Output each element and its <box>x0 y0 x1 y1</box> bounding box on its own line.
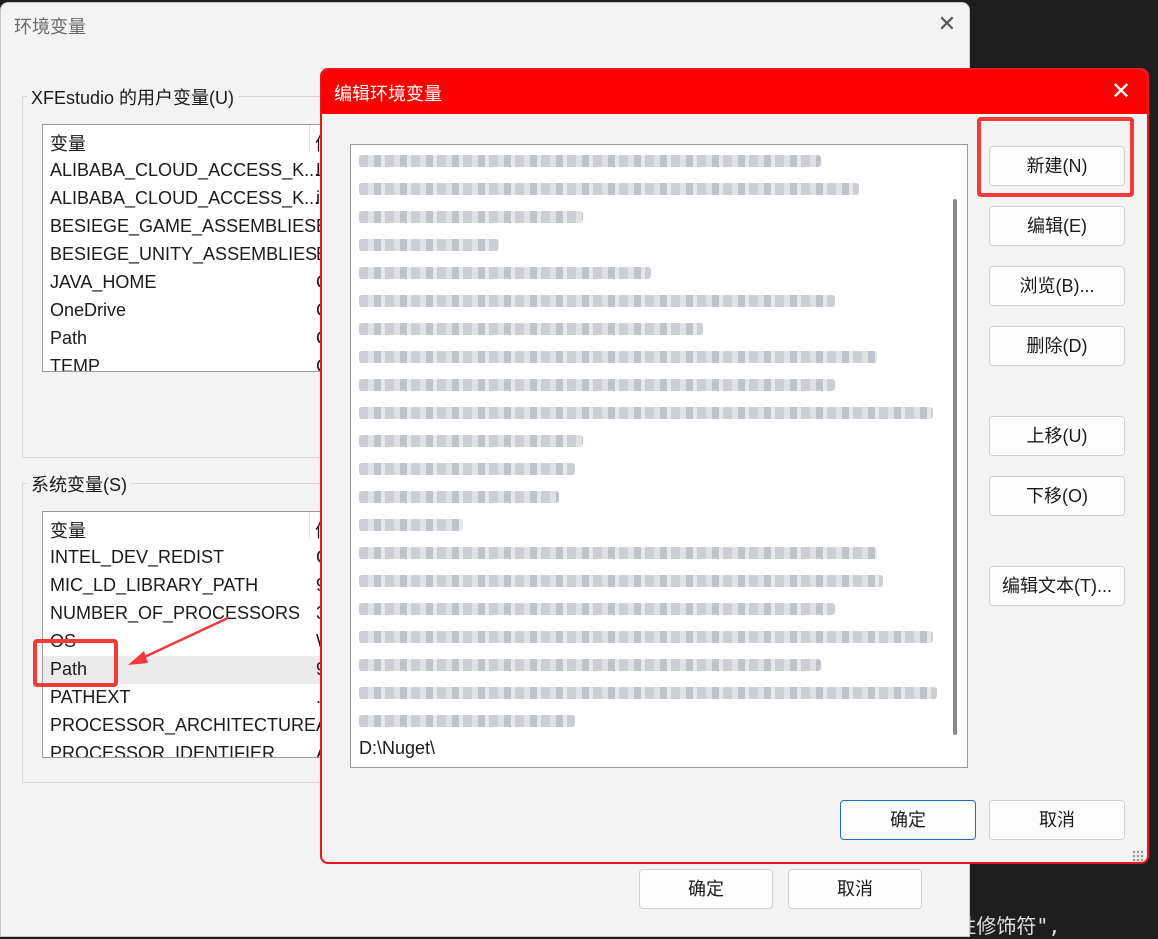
table-row[interactable]: PROCESSOR_ARCHITECTUREA <box>43 712 331 740</box>
dialog-titlebar <box>322 70 1147 114</box>
column-header-variable[interactable]: 变量 <box>50 130 86 156</box>
table-row[interactable]: TEMPC <box>43 353 331 372</box>
table-row[interactable]: ALIBABA_CLOUD_ACCESS_K... i <box>43 185 331 213</box>
column-header-variable[interactable]: 变量 <box>50 517 86 543</box>
table-row[interactable]: BESIEGE_UNITY_ASSEMBLIESE <box>43 241 331 269</box>
user-variables-list[interactable]: 变量 值 ALIBABA_CLOUD_ACCESS_K...L ALIBABA_… <box>42 124 332 372</box>
variable-name: TEMP <box>50 356 101 372</box>
table-row[interactable]: MIC_LD_LIBRARY_PATH9 <box>43 572 331 600</box>
table-row[interactable]: PATHEXT. <box>43 684 331 712</box>
scrollbar-thumb[interactable] <box>953 199 957 735</box>
user-variables-label: XFEstudio 的用户变量(U) <box>27 84 239 110</box>
variable-name: ALIBABA_CLOUD_ACCESS_K... <box>50 188 320 208</box>
cancel-button[interactable]: 取消 <box>989 800 1125 840</box>
table-row[interactable]: INTEL_DEV_REDISTC <box>43 544 331 572</box>
path-entry-text: D:\Nuget\ <box>359 738 436 758</box>
variable-name: Path <box>50 328 88 348</box>
variable-name: BESIEGE_GAME_ASSEMBLIES <box>50 216 317 236</box>
resize-grip-icon[interactable] <box>1132 850 1144 862</box>
annotation-highlight-box <box>33 639 118 687</box>
dialog-title: 环境变量 <box>14 17 86 37</box>
table-row[interactable]: PROCESSOR_IDENTIFIERA <box>43 740 331 758</box>
variable-name: JAVA_HOME <box>50 272 157 292</box>
table-row[interactable]: BESIEGE_GAME_ASSEMBLIESE <box>43 213 331 241</box>
list-header: 变量 值 <box>43 125 331 156</box>
path-entries-list[interactable]: D:\Nuget\ <box>350 144 968 768</box>
move-up-button[interactable]: 上移(U) <box>989 416 1125 456</box>
table-row[interactable]: PathC <box>43 325 331 353</box>
table-row[interactable]: ALIBABA_CLOUD_ACCESS_K...L <box>43 157 331 185</box>
variable-name: MIC_LD_LIBRARY_PATH <box>50 575 259 595</box>
close-icon[interactable]: ✕ <box>1108 79 1134 105</box>
delete-button[interactable]: 删除(D) <box>989 326 1125 366</box>
list-header: 变量 值 <box>43 512 331 543</box>
cancel-button[interactable]: 取消 <box>788 869 922 909</box>
edit-button[interactable]: 编辑(E) <box>989 206 1125 246</box>
edit-text-button[interactable]: 编辑文本(T)... <box>989 566 1125 606</box>
variable-name: BESIEGE_UNITY_ASSEMBLIES <box>50 244 318 264</box>
variable-name: ALIBABA_CLOUD_ACCESS_K... <box>50 160 320 180</box>
variable-name: PATHEXT <box>50 687 131 707</box>
system-variables-label: 系统变量(S) <box>27 471 131 497</box>
move-down-button[interactable]: 下移(O) <box>989 476 1125 516</box>
browse-button[interactable]: 浏览(B)... <box>989 266 1125 306</box>
variable-name: INTEL_DEV_REDIST <box>50 547 225 567</box>
annotation-highlight-box <box>977 117 1134 197</box>
variable-name: PROCESSOR_ARCHITECTURE <box>50 715 317 735</box>
close-icon[interactable]: ✕ <box>934 11 960 37</box>
annotation-arrow-icon <box>128 616 229 665</box>
ok-button[interactable]: 确定 <box>840 800 976 840</box>
variable-name: OneDrive <box>50 300 127 320</box>
ok-button[interactable]: 确定 <box>639 869 773 909</box>
dialog-title: 编辑环境变量 <box>334 84 442 104</box>
table-row[interactable]: OneDriveC <box>43 297 331 325</box>
table-row[interactable]: JAVA_HOMEC <box>43 269 331 297</box>
variable-name: PROCESSOR_IDENTIFIER <box>50 743 276 758</box>
